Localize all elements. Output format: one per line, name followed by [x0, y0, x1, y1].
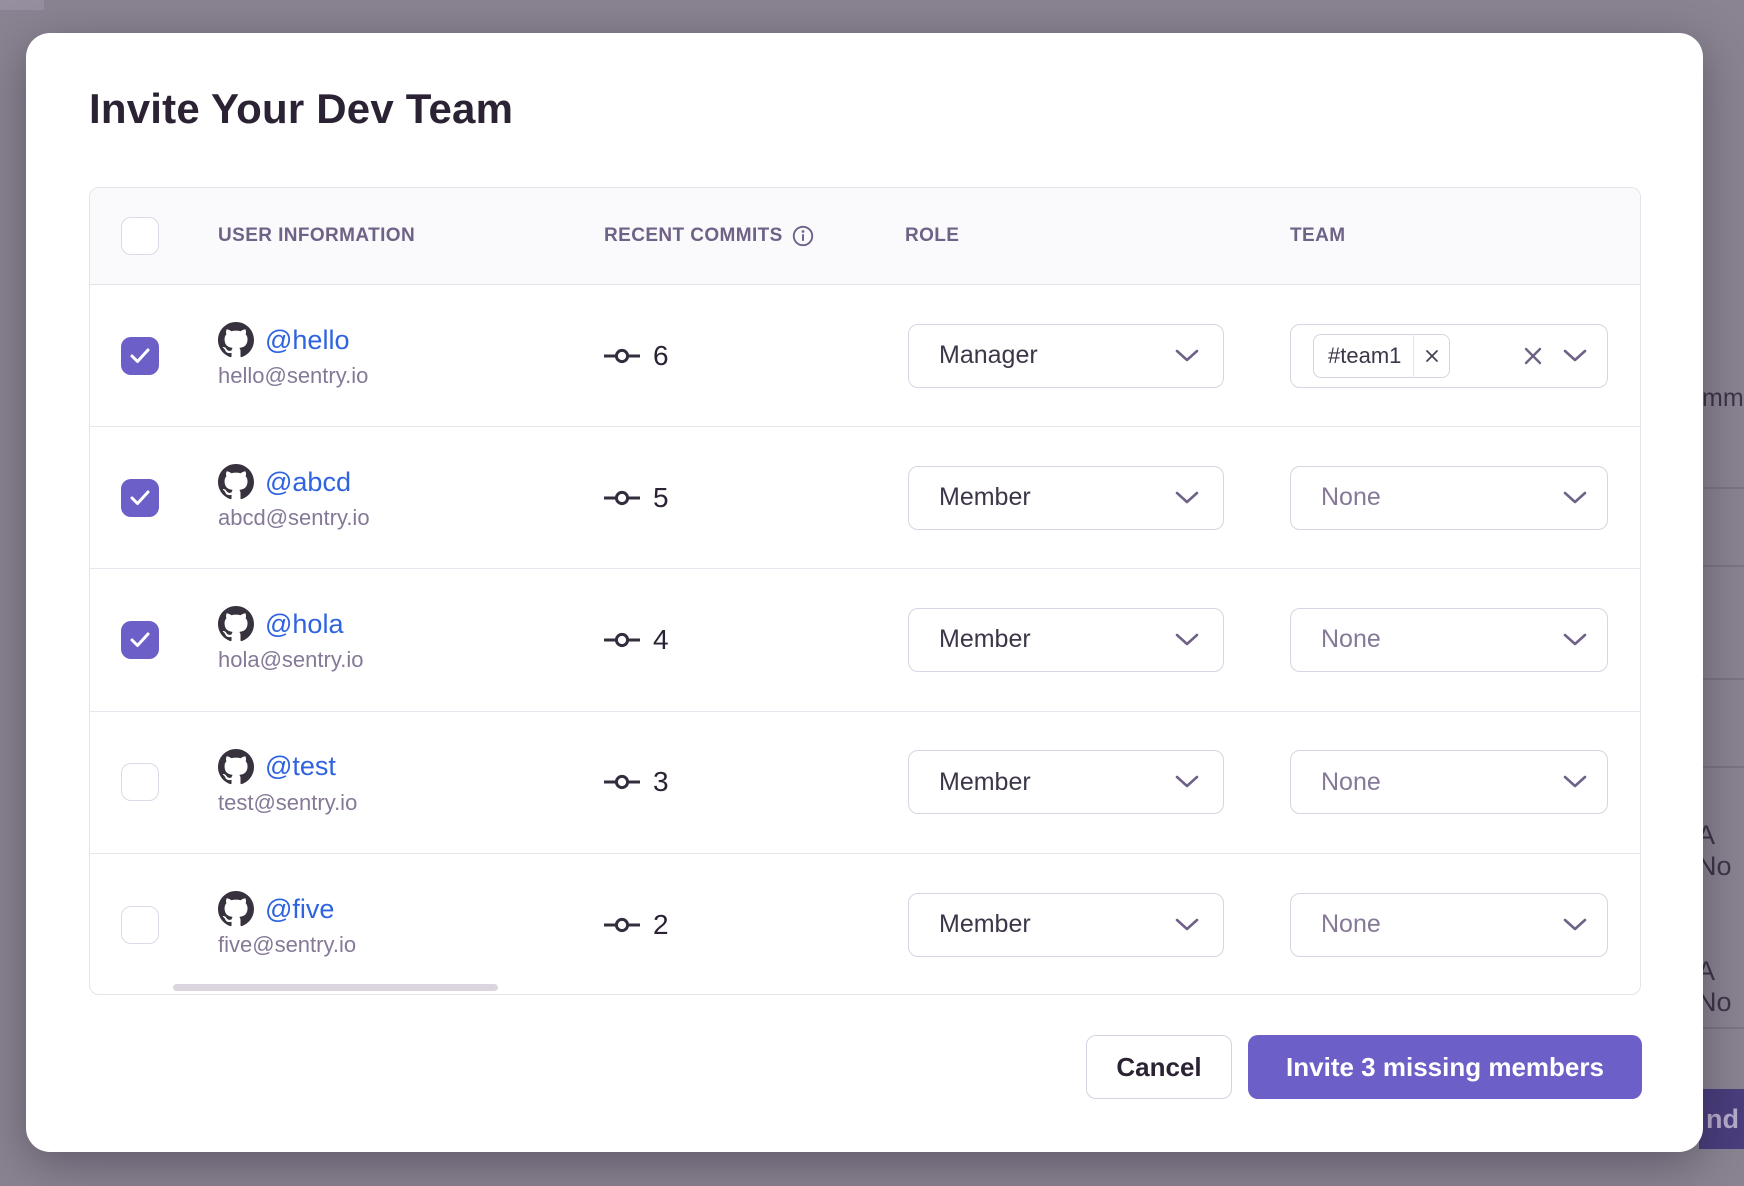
team-select[interactable]: None [1290, 466, 1608, 530]
background-row-divider [1700, 766, 1744, 768]
github-icon [218, 891, 254, 927]
info-circle-icon[interactable] [792, 225, 814, 247]
team-selected-value: None [1321, 768, 1381, 797]
team-select[interactable]: None [1290, 893, 1608, 957]
role-selected-value: Manager [939, 341, 1038, 370]
github-username-link[interactable]: @five [265, 894, 334, 925]
team-select[interactable]: None [1290, 608, 1608, 672]
background-page-edge [0, 0, 44, 10]
close-icon [1424, 348, 1440, 364]
check-icon [130, 632, 150, 648]
role-select[interactable]: Manager [908, 324, 1224, 388]
row-checkbox[interactable] [121, 906, 159, 944]
github-username-link[interactable]: @hello [265, 325, 349, 356]
chevron-down-icon [1563, 633, 1587, 647]
check-icon [130, 490, 150, 506]
team-select[interactable]: #team1 [1290, 324, 1608, 388]
git-commit-icon [604, 346, 640, 366]
chevron-down-icon [1175, 918, 1199, 932]
chevron-down-icon [1175, 349, 1199, 363]
invite-dev-team-modal: Invite Your Dev Team USER INFORMATION RE… [26, 33, 1703, 1152]
user-email: abcd@sentry.io [218, 505, 604, 531]
user-email: test@sentry.io [218, 790, 604, 816]
role-selected-value: Member [939, 768, 1031, 797]
check-icon [130, 348, 150, 364]
background-text-fragment: A No [1697, 956, 1744, 1018]
github-icon [218, 749, 254, 785]
chevron-down-icon [1175, 633, 1199, 647]
column-header-commits: RECENT COMMITS [604, 225, 814, 247]
chevron-down-icon [1175, 491, 1199, 505]
select-all-checkbox[interactable] [121, 217, 159, 255]
github-username-link[interactable]: @hola [265, 609, 343, 640]
table-row: @hola hola@sentry.io 4 Member [90, 569, 1640, 711]
background-row-divider [1700, 678, 1744, 680]
invite-members-button[interactable]: Invite 3 missing members [1248, 1035, 1642, 1099]
role-select[interactable]: Member [908, 466, 1224, 530]
team-selected-value: None [1321, 483, 1381, 512]
invite-members-table: USER INFORMATION RECENT COMMITS ROLE TEA… [89, 187, 1641, 995]
recent-commit-count: 4 [653, 624, 669, 656]
chevron-down-icon [1563, 918, 1587, 932]
chevron-down-icon [1563, 775, 1587, 789]
role-selected-value: Member [939, 910, 1031, 939]
column-header-role: ROLE [905, 225, 959, 247]
team-select[interactable]: None [1290, 750, 1608, 814]
chevron-down-icon [1175, 775, 1199, 789]
background-row-divider [1700, 487, 1744, 489]
background-text-fragment: mmit [1702, 384, 1744, 413]
github-icon [218, 606, 254, 642]
column-header-user: USER INFORMATION [218, 225, 415, 247]
row-checkbox[interactable] [121, 763, 159, 801]
page-title: Invite Your Dev Team [89, 85, 513, 133]
recent-commit-count: 2 [653, 909, 669, 941]
github-username-link[interactable]: @test [265, 751, 336, 782]
role-select[interactable]: Member [908, 893, 1224, 957]
user-email: five@sentry.io [218, 932, 604, 958]
table-row: @test test@sentry.io 3 Member [90, 712, 1640, 854]
close-icon [1522, 345, 1544, 367]
remove-team-tag-button[interactable] [1413, 334, 1449, 378]
recent-commit-count: 3 [653, 766, 669, 798]
git-commit-icon [604, 772, 640, 792]
git-commit-icon [604, 488, 640, 508]
row-checkbox[interactable] [121, 337, 159, 375]
modal-footer: Cancel Invite 3 missing members [1086, 1035, 1642, 1099]
row-checkbox[interactable] [121, 621, 159, 659]
background-button-fragment: nd [1699, 1089, 1744, 1149]
role-selected-value: Member [939, 625, 1031, 654]
clear-team-button[interactable] [1522, 345, 1544, 367]
role-select[interactable]: Member [908, 608, 1224, 672]
horizontal-scrollbar[interactable] [173, 984, 498, 991]
team-tag: #team1 [1313, 334, 1450, 378]
user-email: hello@sentry.io [218, 363, 604, 389]
user-email: hola@sentry.io [218, 647, 604, 673]
chevron-down-icon [1563, 349, 1587, 363]
team-tag-label: #team1 [1314, 343, 1413, 369]
column-header-team: TEAM [1290, 225, 1345, 247]
background-row-divider [1700, 565, 1744, 567]
team-selected-value: None [1321, 910, 1381, 939]
table-row: @five five@sentry.io 2 Member [90, 854, 1640, 995]
github-icon [218, 464, 254, 500]
chevron-down-icon [1563, 491, 1587, 505]
background-text-fragment: A No [1697, 820, 1744, 882]
background-row-divider [1700, 1027, 1744, 1029]
table-body: @hello hello@sentry.io 6 Manager [90, 285, 1640, 995]
role-select[interactable]: Member [908, 750, 1224, 814]
git-commit-icon [604, 630, 640, 650]
team-selected-value: None [1321, 625, 1381, 654]
recent-commit-count: 6 [653, 340, 669, 372]
github-username-link[interactable]: @abcd [265, 467, 351, 498]
table-row: @hello hello@sentry.io 6 Manager [90, 285, 1640, 427]
recent-commit-count: 5 [653, 482, 669, 514]
github-icon [218, 322, 254, 358]
table-header-row: USER INFORMATION RECENT COMMITS ROLE TEA… [90, 188, 1640, 285]
cancel-button[interactable]: Cancel [1086, 1035, 1232, 1099]
row-checkbox[interactable] [121, 479, 159, 517]
table-row: @abcd abcd@sentry.io 5 Member [90, 427, 1640, 569]
git-commit-icon [604, 915, 640, 935]
role-selected-value: Member [939, 483, 1031, 512]
